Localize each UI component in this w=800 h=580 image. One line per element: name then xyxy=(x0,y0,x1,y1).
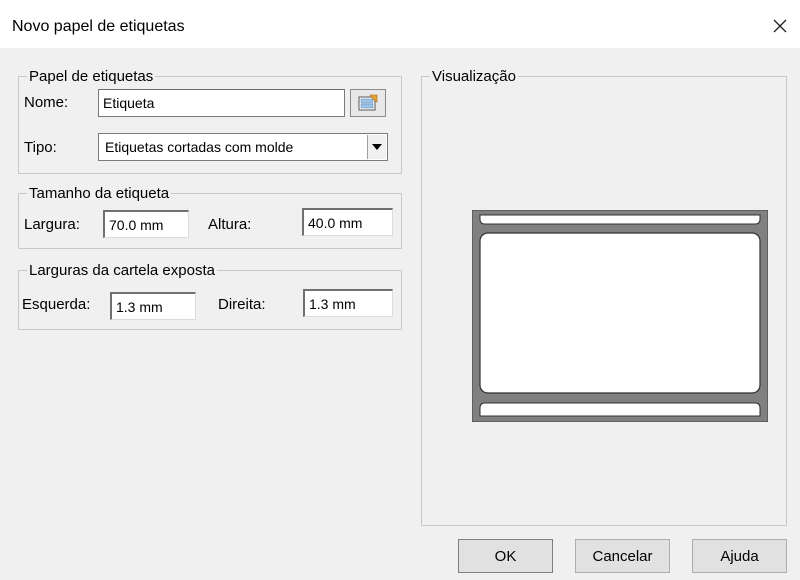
width-label: Largura: xyxy=(24,216,80,233)
label-paper-browse-icon xyxy=(358,94,378,111)
preview-group-title: Visualização xyxy=(432,68,516,85)
ok-button[interactable]: OK xyxy=(458,539,553,573)
name-label: Nome: xyxy=(24,94,69,111)
exposed-liner-group-title: Larguras da cartela exposta xyxy=(29,262,215,279)
close-button[interactable] xyxy=(760,8,800,44)
close-icon xyxy=(773,19,787,33)
title-bar: Novo papel de etiquetas xyxy=(0,0,800,48)
height-input[interactable] xyxy=(302,208,393,236)
name-input[interactable] xyxy=(98,89,345,117)
left-margin-input[interactable] xyxy=(110,292,196,320)
cancel-button[interactable]: Cancelar xyxy=(575,539,670,573)
left-margin-label: Esquerda: xyxy=(22,296,91,313)
browse-paper-button[interactable] xyxy=(350,89,386,117)
right-margin-input[interactable] xyxy=(303,289,393,317)
type-label: Tipo: xyxy=(24,139,57,156)
label-shape xyxy=(479,232,761,394)
height-label: Altura: xyxy=(208,216,252,233)
help-button[interactable]: Ajuda xyxy=(692,539,787,573)
chevron-down-icon[interactable] xyxy=(367,135,386,159)
type-select-value: Etiquetas cortadas com molde xyxy=(105,139,294,155)
width-input[interactable] xyxy=(103,210,189,238)
next-label-edge xyxy=(479,402,761,417)
type-select[interactable]: Etiquetas cortadas com molde xyxy=(98,133,388,161)
label-preview-drawing xyxy=(471,209,769,423)
label-paper-group-title: Papel de etiquetas xyxy=(29,68,154,85)
new-label-paper-dialog: Novo papel de etiquetas Papel de etiquet… xyxy=(0,0,800,580)
previous-label-edge xyxy=(479,214,761,225)
label-size-group-title: Tamanho da etiqueta xyxy=(29,185,170,202)
dialog-title: Novo papel de etiquetas xyxy=(12,18,185,35)
label-preview xyxy=(471,209,769,423)
right-margin-label: Direita: xyxy=(218,296,266,313)
